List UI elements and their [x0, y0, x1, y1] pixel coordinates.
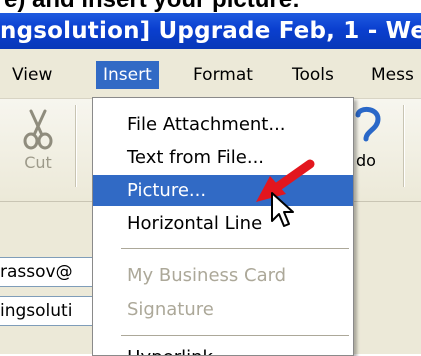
toolbar-separator-right — [403, 105, 404, 187]
menu-item-text-from-file[interactable]: Text from File... — [93, 142, 353, 173]
menu-message[interactable]: Mess — [371, 61, 414, 89]
menu-tools[interactable]: Tools — [292, 61, 334, 89]
menu-bar: View Insert Format Tools Mess — [0, 49, 421, 99]
menu-item-label: My Business Card — [127, 265, 287, 286]
insert-menu-dropdown: File Attachment... Text from File... Pic… — [92, 97, 354, 356]
menu-item-label: Horizontal Line — [127, 213, 263, 234]
scissors-icon — [23, 109, 53, 150]
menu-item-file-attachment[interactable]: File Attachment... — [93, 109, 353, 140]
menu-item-label: Text from File... — [127, 147, 265, 168]
menu-item-my-business-card: My Business Card — [93, 260, 353, 291]
undo-label: do — [356, 151, 376, 170]
menu-insert[interactable]: Insert — [96, 61, 159, 89]
menu-item-picture[interactable]: Picture... — [93, 175, 353, 206]
menu-separator — [121, 335, 349, 336]
menu-item-horizontal-line[interactable]: Horizontal Line — [93, 208, 353, 239]
toolbar-separator — [75, 105, 76, 187]
menu-separator — [121, 248, 349, 249]
menu-item-label: Picture... — [127, 180, 207, 201]
cut-button[interactable]: Cut — [8, 107, 68, 172]
menu-item-signature: Signature — [93, 294, 353, 325]
window-title: ngsolution] Upgrade Feb, 1 - Wes — [0, 18, 421, 44]
undo-button[interactable]: do — [354, 105, 398, 170]
window-title-bar: ngsolution] Upgrade Feb, 1 - Wes — [0, 13, 421, 49]
cut-label: Cut — [24, 153, 52, 172]
undo-icon — [355, 107, 381, 142]
menu-format[interactable]: Format — [193, 61, 253, 89]
menu-item-label: Signature — [127, 299, 214, 320]
menu-view[interactable]: View — [12, 61, 52, 89]
menu-item-label: File Attachment... — [127, 114, 286, 135]
tutorial-caption: e) and insert your picture: — [0, 0, 421, 13]
